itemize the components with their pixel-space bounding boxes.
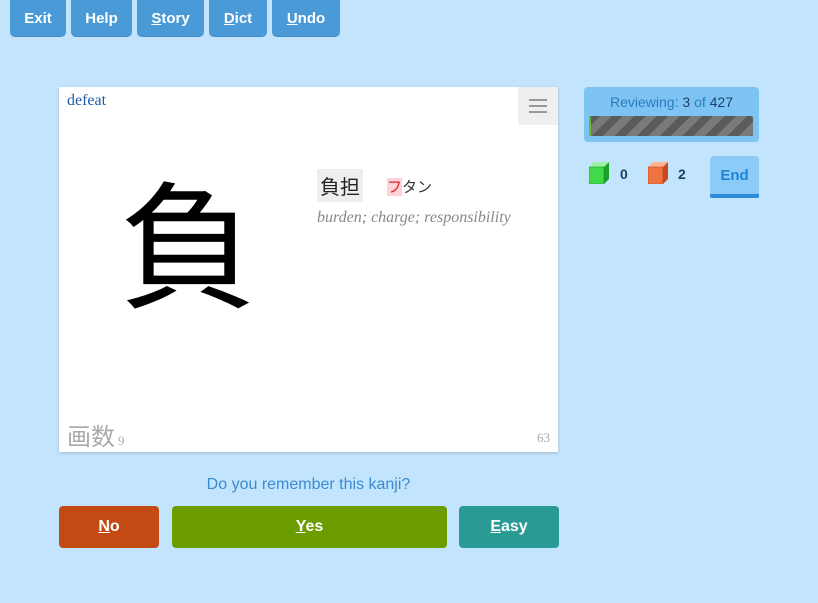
failed-count: 2 xyxy=(678,166,686,182)
yes-button[interactable]: Yes xyxy=(172,506,447,548)
vocab-meaning: burden; charge; responsibility xyxy=(317,209,511,226)
vocab-word: 負担 xyxy=(317,169,363,202)
no-button[interactable]: No xyxy=(59,506,159,548)
dict-button[interactable]: Dict xyxy=(209,0,267,37)
end-button[interactable]: End xyxy=(710,156,759,198)
end-label: End xyxy=(720,166,749,184)
review-progress-fill xyxy=(589,116,592,136)
help-button[interactable]: Help xyxy=(71,0,132,37)
help-label: Help xyxy=(85,10,118,27)
flashcard: defeat 負 負担 フタン burden; charge; responsi… xyxy=(59,87,558,452)
easy-button[interactable]: Easy xyxy=(459,506,559,548)
question-prompt: Do you remember this kanji? xyxy=(206,476,411,493)
exit-label: Exit xyxy=(24,10,52,27)
known-count: 0 xyxy=(620,166,628,182)
undo-button[interactable]: Undo xyxy=(272,0,340,37)
hamburger-icon xyxy=(529,97,547,115)
kanji-character: 負 xyxy=(119,169,258,330)
exit-button[interactable]: Exit xyxy=(10,0,66,37)
card-menu-button[interactable] xyxy=(518,87,558,125)
no-label: No xyxy=(98,518,120,535)
stroke-number: 9 xyxy=(118,433,125,448)
stroke-count: 画数 9 xyxy=(67,417,125,452)
known-cube-icon xyxy=(589,162,609,184)
vocab-reading: フタン xyxy=(387,176,432,197)
story-button[interactable]: Story xyxy=(137,0,204,37)
easy-label: Easy xyxy=(490,518,528,535)
keyword: defeat xyxy=(67,92,107,109)
review-status-panel: Reviewing: 3 of 427 xyxy=(584,87,759,142)
reading-rest: タン xyxy=(402,178,433,196)
review-status-text: Reviewing: 3 of 427 xyxy=(610,94,733,110)
review-progress-bar xyxy=(589,116,753,136)
reading-highlight: フ xyxy=(387,178,403,196)
story-label: Story xyxy=(151,10,190,27)
stroke-label: 画数 xyxy=(67,423,115,451)
dict-label: Dict xyxy=(223,10,253,27)
undo-label: Undo xyxy=(286,10,326,27)
frame-number: 63 xyxy=(537,430,550,445)
yes-label: Yes xyxy=(295,518,324,535)
failed-cube-icon xyxy=(648,162,668,184)
